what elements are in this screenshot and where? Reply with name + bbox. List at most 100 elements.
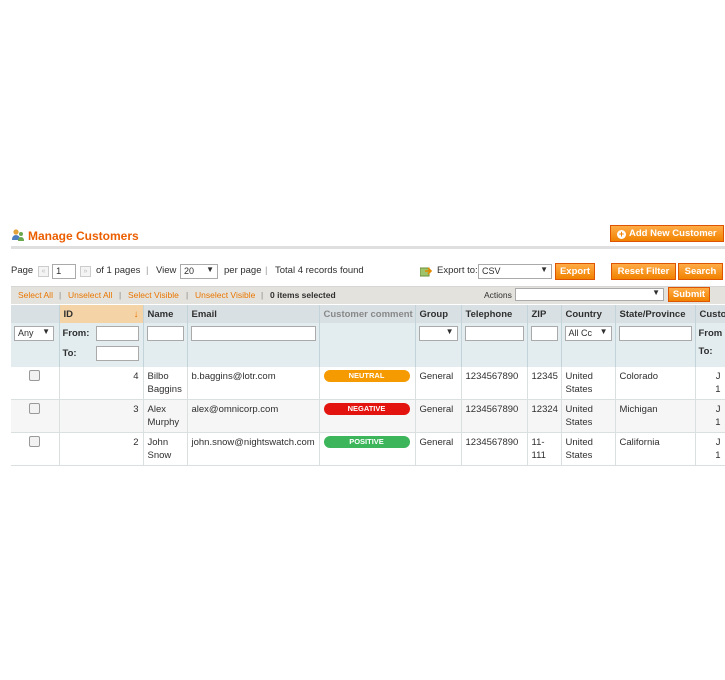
row-checkbox[interactable] bbox=[29, 403, 41, 414]
country-line-1: United bbox=[565, 371, 593, 382]
table-row[interactable]: 2 John Snow john.snow@nightswatch.com POSITI… bbox=[11, 432, 725, 466]
export-icon bbox=[420, 267, 432, 277]
cell-id: 2 bbox=[59, 432, 144, 466]
export-format-value: CSV bbox=[482, 266, 501, 276]
per-page-label: per page bbox=[224, 265, 262, 276]
cell-email: alex@omnicorp.com bbox=[187, 399, 320, 433]
cell-email: john.snow@nightswatch.com bbox=[187, 432, 320, 466]
chevron-down-icon: ▼ bbox=[42, 327, 50, 336]
since-line-1: J bbox=[715, 404, 721, 415]
id-to-label: To: bbox=[62, 348, 77, 359]
cell-country: United States bbox=[561, 432, 616, 466]
name-filter-input[interactable] bbox=[146, 326, 184, 341]
filter-comment bbox=[319, 323, 416, 367]
telephone-filter-input[interactable] bbox=[464, 326, 524, 341]
select-all-link[interactable]: Select All bbox=[18, 290, 53, 300]
zip-filter-input[interactable] bbox=[530, 326, 558, 341]
cell-zip: 12345 bbox=[527, 367, 562, 400]
last-name: Baggins bbox=[147, 384, 182, 395]
cell-id: 3 bbox=[59, 399, 144, 433]
zip-line-1: 12324 bbox=[531, 404, 558, 415]
view-label: View bbox=[156, 265, 177, 276]
cell-country: United States bbox=[561, 367, 616, 400]
filter-customer-since: From To: bbox=[695, 323, 725, 367]
massaction-separator: | bbox=[186, 290, 189, 300]
country-filter-value: All Cc bbox=[568, 328, 593, 338]
items-selected-count: 0 items selected bbox=[270, 290, 336, 300]
per-page-select[interactable]: 20 ▼ bbox=[180, 264, 218, 279]
page-number-input[interactable]: 1 bbox=[52, 264, 76, 279]
cell-telephone: 1234567890 bbox=[461, 367, 528, 400]
cell-telephone: 1234567890 bbox=[461, 432, 528, 466]
row-checkbox[interactable] bbox=[29, 436, 41, 447]
country-line-1: United bbox=[565, 437, 593, 448]
since-line-2: 1 bbox=[715, 417, 721, 428]
header-divider bbox=[11, 246, 725, 249]
country-line-2: States bbox=[565, 450, 593, 461]
massaction-separator: | bbox=[261, 290, 264, 300]
filter-state bbox=[615, 323, 696, 367]
since-line-1: J bbox=[715, 437, 721, 448]
column-header-id[interactable]: ID ↓ bbox=[59, 305, 144, 323]
select-visible-link[interactable]: Select Visible bbox=[128, 290, 179, 300]
massaction-separator: | bbox=[119, 290, 122, 300]
row-checkbox[interactable] bbox=[29, 370, 41, 381]
column-header-telephone[interactable]: Telephone bbox=[461, 305, 528, 323]
state-filter-input[interactable] bbox=[618, 326, 692, 341]
prev-page-icon[interactable]: « bbox=[38, 266, 49, 277]
column-header-customer-since[interactable]: Custo bbox=[695, 305, 725, 323]
search-button[interactable]: Search bbox=[678, 263, 723, 280]
cell-telephone: 1234567890 bbox=[461, 399, 528, 433]
checkbox-filter-select[interactable]: Any ▼ bbox=[14, 326, 54, 341]
records-total: Total 4 records found bbox=[275, 265, 364, 276]
submit-button[interactable]: Submit bbox=[668, 287, 710, 302]
column-header-name[interactable]: Name bbox=[143, 305, 188, 323]
filter-group: ▼ bbox=[415, 323, 462, 367]
column-header-country[interactable]: Country bbox=[561, 305, 616, 323]
export-format-select[interactable]: CSV ▼ bbox=[478, 264, 552, 279]
reset-filter-button[interactable]: Reset Filter bbox=[611, 263, 676, 280]
page-label: Page bbox=[11, 265, 34, 276]
cell-customer-since: J1 bbox=[695, 399, 725, 433]
column-header-zip[interactable]: ZIP bbox=[527, 305, 562, 323]
customers-grid: ID ↓ Name Email Customer comment Group Te… bbox=[11, 305, 725, 466]
country-line-1: United bbox=[565, 404, 593, 415]
sort-down-arrow-icon: ↓ bbox=[133, 308, 139, 320]
column-header-group[interactable]: Group bbox=[415, 305, 462, 323]
column-header-customer-comment: Customer comment bbox=[319, 305, 416, 323]
column-header-state[interactable]: State/Province bbox=[615, 305, 696, 323]
actions-label: Actions bbox=[484, 290, 512, 300]
since-line-1: J bbox=[715, 371, 721, 382]
add-new-customer-button[interactable]: + Add New Customer bbox=[610, 225, 724, 242]
last-name: Snow bbox=[147, 450, 172, 461]
zip-line-1: 12345 bbox=[531, 371, 558, 382]
id-from-input[interactable] bbox=[95, 326, 139, 341]
next-page-icon[interactable]: » bbox=[80, 266, 91, 277]
country-filter-select[interactable]: All Cc ▼ bbox=[564, 326, 612, 341]
page-count: of 1 pages bbox=[96, 265, 141, 276]
row-checkbox-cell bbox=[11, 399, 60, 433]
table-row[interactable]: 3 Alex Murphy alex@omnicorp.com NEGATIVE Gene… bbox=[11, 399, 725, 433]
table-row[interactable]: 4 Bilbo Baggins b.baggins@lotr.com NEUTRAL Ge… bbox=[11, 367, 725, 400]
header-checkbox-column bbox=[11, 305, 60, 323]
unselect-visible-link[interactable]: Unselect Visible bbox=[195, 290, 255, 300]
actions-select[interactable]: ▼ bbox=[515, 288, 664, 301]
export-button[interactable]: Export bbox=[555, 263, 595, 280]
filter-checkbox: Any ▼ bbox=[11, 323, 60, 367]
first-name: Alex bbox=[147, 404, 166, 415]
email-filter-input[interactable] bbox=[190, 326, 316, 341]
cell-name: John Snow bbox=[143, 432, 188, 466]
filter-zip bbox=[527, 323, 562, 367]
cell-zip: 12324 bbox=[527, 399, 562, 433]
filter-email bbox=[187, 323, 320, 367]
id-to-input[interactable] bbox=[95, 346, 139, 361]
zip-line-2: 111 bbox=[531, 450, 546, 461]
unselect-all-link[interactable]: Unselect All bbox=[68, 290, 112, 300]
cell-name: Bilbo Baggins bbox=[143, 367, 188, 400]
group-filter-select[interactable]: ▼ bbox=[418, 326, 458, 341]
add-new-customer-label: Add New Customer bbox=[629, 228, 717, 239]
row-checkbox-cell bbox=[11, 432, 60, 466]
row-checkbox-cell bbox=[11, 367, 60, 400]
pager-separator: | bbox=[265, 265, 268, 276]
column-header-email[interactable]: Email bbox=[187, 305, 320, 323]
